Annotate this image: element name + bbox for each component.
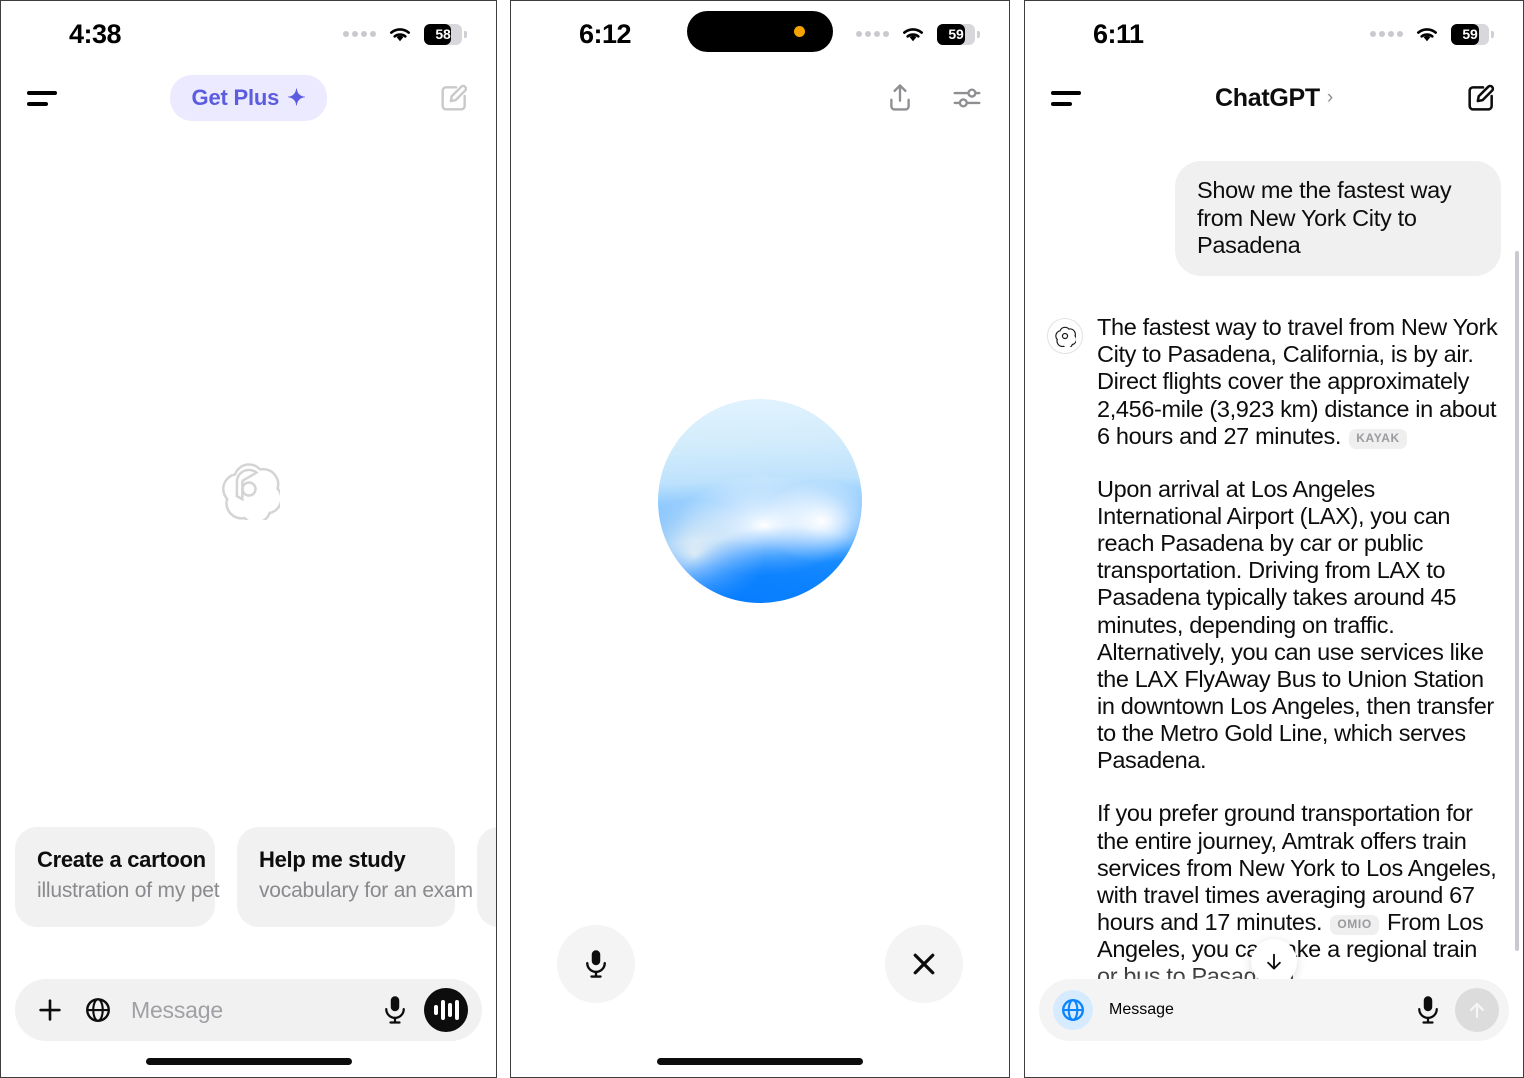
battery-level: 59 xyxy=(948,25,964,42)
message-composer: Message xyxy=(1039,979,1509,1041)
globe-icon-active[interactable] xyxy=(1053,990,1093,1030)
signal-dots-icon xyxy=(1370,31,1403,37)
get-plus-label: Get Plus xyxy=(191,85,280,110)
status-bar-chat: 6:11 59 xyxy=(1025,1,1523,67)
conversation-body[interactable]: Show me the fastest way from New York Ci… xyxy=(1025,129,1523,1077)
suggestion-cards: Create a cartoon illustration of my pet … xyxy=(1,827,496,927)
microphone-icon xyxy=(586,950,606,978)
chat-messages: Show me the fastest way from New York Ci… xyxy=(1025,129,1523,1077)
wifi-icon xyxy=(390,28,410,42)
panel-gap xyxy=(1010,0,1024,1078)
home-body: Create a cartoon illustration of my pet … xyxy=(1,129,496,1077)
suggestion-card[interactable]: Create a cartoon illustration of my pet xyxy=(15,827,220,927)
openai-logo-icon xyxy=(221,463,280,520)
status-bar-voice: 6:12 59 xyxy=(511,1,1009,67)
message-input[interactable]: Message xyxy=(131,997,362,1024)
panel-gap xyxy=(497,0,510,1078)
suggestion-title: Help me study xyxy=(259,847,406,872)
assistant-paragraph: The fastest way to travel from New York … xyxy=(1097,314,1501,450)
arrow-down-icon xyxy=(1267,953,1281,970)
user-message-bubble: Show me the fastest way from New York Ci… xyxy=(1175,161,1501,277)
composer-actions xyxy=(1413,988,1499,1032)
phone-panel-voice-mode: 6:12 59 xyxy=(510,0,1010,1078)
nav-bar-chat: ChatGPT › xyxy=(1025,67,1523,129)
sliders-settings-icon[interactable] xyxy=(951,83,983,113)
compose-icon[interactable] xyxy=(438,82,470,114)
voice-controls xyxy=(511,925,1009,1003)
dynamic-island xyxy=(687,11,833,52)
close-x-icon xyxy=(913,953,935,975)
sparkle-icon: ✦ xyxy=(287,85,306,110)
voice-mode-body xyxy=(511,129,1009,1077)
signal-dots-icon xyxy=(856,31,889,37)
phone-panel-home: 4:38 58 Get Plus ✦ Create a cartoon illu… xyxy=(0,0,497,1078)
status-time: 6:11 xyxy=(1093,18,1144,49)
plus-icon[interactable] xyxy=(35,995,65,1025)
menu-icon[interactable] xyxy=(27,87,61,109)
assistant-paragraph: If you prefer ground transportation for … xyxy=(1097,800,1501,990)
page-title[interactable]: ChatGPT › xyxy=(1215,84,1333,113)
nav-bar-voice xyxy=(511,67,1009,129)
close-voice-button[interactable] xyxy=(885,925,963,1003)
phone-panel-conversation: 6:11 59 ChatGPT › Show me the fastest wa… xyxy=(1024,0,1524,1078)
chevron-right-icon: › xyxy=(1326,87,1333,108)
composer-actions xyxy=(380,988,468,1032)
assistant-paragraph: Upon arrival at Los Angeles Internationa… xyxy=(1097,476,1501,775)
compose-icon[interactable] xyxy=(1465,82,1497,114)
suggestion-card[interactable]: Help me study vocabulary for an exam xyxy=(237,827,473,927)
three-phone-screenshots: 4:38 58 Get Plus ✦ Create a cartoon illu… xyxy=(0,0,1524,1078)
home-indicator xyxy=(145,1058,352,1065)
chat-title-label: ChatGPT xyxy=(1215,83,1320,112)
suggestion-card[interactable]: Cr ba xyxy=(477,827,496,927)
assistant-text: The fastest way to travel from New York … xyxy=(1097,314,1501,1077)
paragraph-text: Upon arrival at Los Angeles Internationa… xyxy=(1097,475,1494,774)
suggestion-subtitle: vocabulary for an exam xyxy=(259,879,473,902)
menu-icon[interactable] xyxy=(1051,87,1085,109)
battery-icon: 58 xyxy=(424,23,467,45)
get-plus-button[interactable]: Get Plus ✦ xyxy=(169,75,328,121)
message-input[interactable]: Message xyxy=(1109,1001,1174,1019)
recording-indicator-dot xyxy=(794,26,805,37)
battery-level: 59 xyxy=(1462,25,1478,42)
status-time: 6:12 xyxy=(579,18,632,49)
voice-nav-actions xyxy=(885,82,983,114)
wifi-icon xyxy=(1417,28,1437,42)
mute-button[interactable] xyxy=(557,925,635,1003)
nav-bar-home: Get Plus ✦ xyxy=(1,67,496,129)
citation-chip[interactable]: OMIO xyxy=(1330,914,1379,935)
microphone-icon[interactable] xyxy=(1413,993,1443,1027)
globe-icon xyxy=(1062,999,1084,1021)
citation-chip[interactable]: KAYAK xyxy=(1349,428,1407,449)
status-bar-home: 4:38 58 xyxy=(1,1,496,67)
home-indicator xyxy=(1171,1058,1377,1065)
home-indicator xyxy=(657,1058,863,1065)
voice-waveform-icon[interactable] xyxy=(424,988,468,1032)
battery-icon: 59 xyxy=(1451,23,1494,45)
status-time: 4:38 xyxy=(69,18,122,49)
signal-dots-icon xyxy=(343,31,376,37)
status-indicators: 59 xyxy=(856,23,980,45)
battery-level: 58 xyxy=(435,25,451,42)
send-arrow-up-icon[interactable] xyxy=(1455,988,1499,1032)
globe-icon[interactable] xyxy=(83,995,113,1025)
status-indicators: 59 xyxy=(1370,23,1494,45)
avatar xyxy=(1047,318,1083,355)
openai-logo-icon xyxy=(1055,326,1076,348)
microphone-icon[interactable] xyxy=(380,993,410,1027)
battery-icon: 59 xyxy=(937,23,980,45)
wifi-icon xyxy=(903,28,923,42)
paragraph-text: The fastest way to travel from New York … xyxy=(1097,314,1498,449)
suggestion-title: Create a cartoon xyxy=(37,847,206,872)
status-indicators: 58 xyxy=(343,23,467,45)
share-icon[interactable] xyxy=(885,82,915,114)
voice-orb xyxy=(658,399,862,603)
message-composer: Message xyxy=(15,979,482,1041)
arrow-up-icon xyxy=(1470,1002,1484,1019)
suggestion-subtitle: illustration of my pet xyxy=(37,879,220,902)
